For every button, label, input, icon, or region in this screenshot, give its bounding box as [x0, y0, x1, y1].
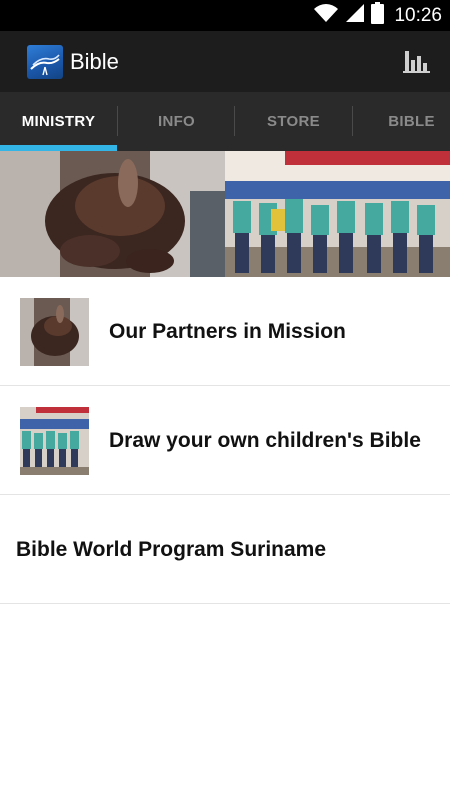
handshake-banner-image[interactable] [0, 151, 225, 277]
tab-label: MINISTRY [21, 113, 96, 130]
action-bar: Bible [0, 31, 450, 92]
status-icons: 10:26 [313, 0, 442, 31]
tab-bible[interactable]: BIBLE [353, 92, 450, 151]
tab-label: BIBLE [388, 113, 435, 130]
bar-chart-icon[interactable] [402, 47, 432, 77]
handshake-thumbnail [20, 298, 89, 366]
tab-info[interactable]: INFO [118, 92, 235, 151]
children-thumbnail [20, 407, 89, 475]
banner-carousel[interactable] [0, 151, 450, 277]
list-item-title: Draw your own children's Bible [109, 428, 421, 452]
children-banner-image[interactable] [225, 151, 450, 277]
list-item[interactable]: Draw your own children's Bible [0, 386, 450, 495]
list-item[interactable]: Our Partners in Mission [0, 277, 450, 386]
signal-icon [345, 3, 365, 28]
ministry-list: Our Partners in Mission Draw your own ch… [0, 277, 450, 604]
tab-label: INFO [157, 113, 196, 130]
bible-logo-icon[interactable] [27, 45, 63, 79]
status-time: 10:26 [394, 4, 442, 26]
battery-icon [371, 2, 385, 29]
status-bar: 10:26 [0, 0, 450, 31]
tab-ministry[interactable]: MINISTRY [0, 92, 117, 151]
list-item-title: Bible World Program Suriname [16, 537, 327, 561]
tab-store[interactable]: STORE [235, 92, 352, 151]
list-item-title: Our Partners in Mission [109, 319, 346, 343]
app-title: Bible [70, 49, 119, 74]
list-item[interactable]: Bible World Program Suriname [0, 495, 450, 604]
tab-bar: MINISTRY INFO STORE BIBLE [0, 92, 450, 151]
wifi-icon [313, 3, 339, 28]
tab-label: STORE [267, 113, 320, 130]
